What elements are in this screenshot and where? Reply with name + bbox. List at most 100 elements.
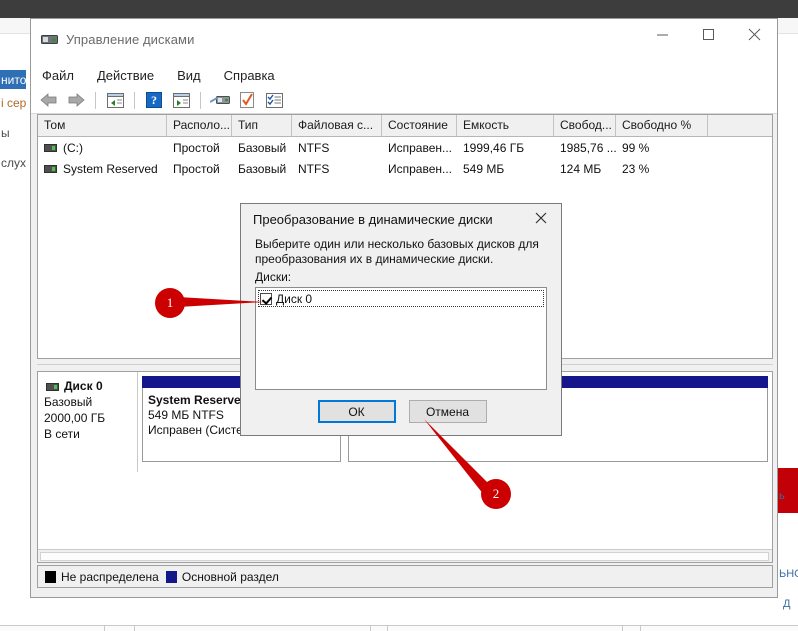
- close-icon[interactable]: [731, 19, 777, 49]
- column-header-status[interactable]: Состояние: [382, 115, 457, 136]
- cell-free: 124 МБ: [560, 161, 602, 176]
- dialog-button-row: ОК Отмена: [241, 400, 563, 423]
- background-nav-item-3: слух: [1, 156, 27, 170]
- dialog-title-bar: Преобразование в динамические диски: [241, 204, 561, 237]
- toolbar: ?: [31, 87, 777, 114]
- cell-status: Исправен...: [388, 140, 453, 155]
- svg-text:?: ?: [151, 93, 157, 107]
- graphical-view-scrollbar[interactable]: [38, 549, 772, 562]
- toolbar-separator: [134, 91, 135, 109]
- legend-label-unallocated: Не распределена: [61, 569, 159, 584]
- check-disk-icon[interactable]: [235, 89, 259, 111]
- disk-0-label: Диск 0: [276, 291, 313, 306]
- ok-button[interactable]: ОК: [317, 400, 396, 423]
- background-grid-col: [387, 625, 388, 631]
- column-header-free[interactable]: Свобод...: [554, 115, 616, 136]
- disk-checkbox-list[interactable]: Диск 0: [255, 287, 547, 390]
- cell-free: 1985,76 ...: [560, 140, 616, 155]
- dialog-title: Преобразование в динамические диски: [253, 212, 493, 227]
- volume-list-header: Том Располо... Тип Файловая с... Состоян…: [38, 115, 772, 137]
- menu-item-view[interactable]: Вид: [175, 67, 203, 84]
- legend-item-unallocated: Не распределена: [45, 570, 159, 584]
- column-header-layout[interactable]: Располо...: [167, 115, 232, 136]
- convert-to-dynamic-disk-dialog: Преобразование в динамические диски Выбе…: [240, 203, 562, 436]
- properties-list-icon[interactable]: [169, 89, 193, 111]
- window-title-bar: Управление дисками: [31, 19, 777, 63]
- forward-arrow-icon[interactable]: [64, 89, 88, 111]
- background-title-bar: [0, 0, 798, 18]
- menu-item-file[interactable]: Файл: [40, 67, 76, 84]
- column-header-type[interactable]: Тип: [232, 115, 292, 136]
- volume-icon: [44, 144, 57, 153]
- background-grid-col: [134, 625, 135, 631]
- table-row[interactable]: System Reserved Простой Базовый NTFS Исп…: [38, 158, 772, 179]
- background-right-text-3: Д: [783, 598, 791, 610]
- task-list-icon[interactable]: [262, 89, 286, 111]
- help-icon[interactable]: ?: [142, 89, 166, 111]
- column-header-volume[interactable]: Том: [38, 115, 167, 136]
- cell-type: Базовый: [238, 140, 287, 155]
- background-nav-item-2: ы: [1, 126, 10, 140]
- disk-0-checkbox[interactable]: [260, 292, 272, 305]
- cell-layout: Простой: [173, 140, 220, 155]
- disk-icon: [41, 33, 58, 46]
- scrollbar-track[interactable]: [40, 552, 769, 561]
- cell-volume-name: System Reserved: [63, 161, 158, 176]
- background-grid-col: [640, 625, 641, 631]
- dialog-description-line-2: преобразования их в динамические диски.: [255, 252, 494, 266]
- background-grid-col: [622, 625, 623, 631]
- disk-status: В сети: [44, 427, 80, 441]
- legend-label-primary: Основной раздел: [181, 569, 279, 584]
- background-left-nav: нито і сер ы слух: [0, 34, 28, 574]
- dialog-body: Выберите один или несколько базовых диск…: [241, 237, 561, 390]
- dialog-description-line-1: Выберите один или несколько базовых диск…: [255, 237, 539, 251]
- cell-type: Базовый: [238, 161, 287, 176]
- menu-item-help[interactable]: Справка: [222, 67, 277, 84]
- back-arrow-icon[interactable]: [37, 89, 61, 111]
- column-header-spare[interactable]: [708, 115, 772, 136]
- cell-filesystem: NTFS: [298, 161, 330, 176]
- toolbar-separator: [200, 91, 201, 109]
- window-title: Управление дисками: [66, 32, 195, 47]
- legend-swatch-unallocated: [45, 570, 56, 583]
- close-icon[interactable]: [521, 204, 561, 232]
- disk-title: Диск 0: [64, 379, 103, 393]
- background-right-text-1: ь: [779, 490, 785, 502]
- toolbar-separator: [95, 91, 96, 109]
- cell-status: Исправен...: [388, 161, 453, 176]
- legend-item-primary: Основной раздел: [165, 569, 279, 584]
- background-nav-item-0: нито: [1, 73, 27, 87]
- disk-icon: [46, 382, 59, 391]
- disk-info-panel[interactable]: Диск 0 Базовый 2000,00 ГБ В сети: [38, 372, 138, 472]
- column-header-free-percent[interactable]: Свободно %: [616, 115, 708, 136]
- cell-capacity: 549 МБ: [463, 161, 505, 176]
- minimize-icon[interactable]: [639, 19, 685, 49]
- background-grid-col: [370, 625, 371, 631]
- background-grid-col: [104, 625, 105, 631]
- cell-volume-name: (C:): [63, 140, 83, 155]
- column-header-filesystem[interactable]: Файловая с...: [292, 115, 382, 136]
- cell-filesystem: NTFS: [298, 140, 330, 155]
- background-nav-item-1: і сер: [1, 96, 27, 110]
- table-row[interactable]: (C:) Простой Базовый NTFS Исправен... 19…: [38, 137, 772, 158]
- dialog-list-label: Диски:: [255, 270, 292, 284]
- menu-bar: Файл Действие Вид Справка: [31, 63, 777, 87]
- menu-item-action[interactable]: Действие: [95, 67, 156, 84]
- background-right-text-2: ЬНС: [779, 568, 798, 580]
- list-view-icon[interactable]: [103, 89, 127, 111]
- cell-free-percent: 23 %: [622, 161, 650, 176]
- legend-swatch-primary: [165, 570, 177, 583]
- cell-free-percent: 99 %: [622, 140, 650, 155]
- legend-bar: Не распределена Основной раздел: [37, 565, 773, 588]
- disk-rescan-icon[interactable]: [208, 89, 232, 111]
- disk-size: 2000,00 ГБ: [44, 411, 106, 425]
- list-item[interactable]: Диск 0: [258, 290, 544, 307]
- window-controls: [639, 19, 777, 49]
- volume-icon: [44, 165, 57, 174]
- maximize-icon[interactable]: [685, 19, 731, 49]
- cell-capacity: 1999,46 ГБ: [463, 140, 525, 155]
- column-header-capacity[interactable]: Емкость: [457, 115, 554, 136]
- background-grid-row: [0, 625, 798, 631]
- disk-type: Базовый: [44, 395, 93, 409]
- cancel-button[interactable]: Отмена: [408, 400, 487, 423]
